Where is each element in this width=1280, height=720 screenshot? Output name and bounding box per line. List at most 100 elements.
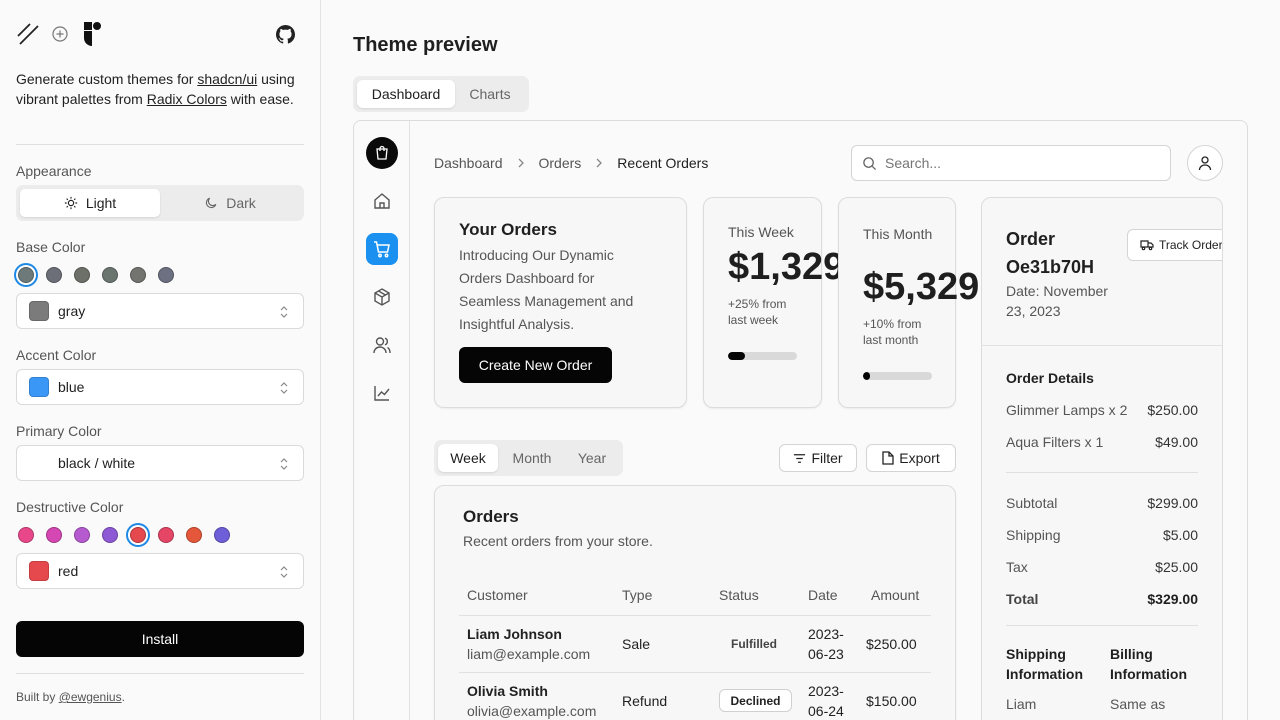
- file-icon: [882, 451, 894, 465]
- plus-circle-icon[interactable]: [52, 26, 68, 42]
- destructive-color-swatch-3[interactable]: [102, 527, 118, 543]
- col-date[interactable]: Date: [808, 587, 838, 603]
- home-icon[interactable]: [366, 185, 398, 217]
- track-order-button[interactable]: Track Order: [1127, 229, 1222, 261]
- base-color-select[interactable]: gray: [16, 293, 304, 329]
- billing-info-title-line: Information: [1110, 666, 1187, 682]
- this-month-card: This Month $5,329 +10% from last month: [838, 197, 979, 408]
- accent-color-label: Accent Color: [16, 347, 97, 363]
- line-item-label: Aqua Filters x 1: [1006, 434, 1104, 450]
- month-delta: +10% from last month: [863, 317, 922, 347]
- subtotal-value: $299.00: [1147, 495, 1198, 511]
- radix-logo-icon[interactable]: [82, 21, 102, 47]
- base-color-swatch-3[interactable]: [102, 267, 118, 283]
- destructive-color-swatch-5[interactable]: [158, 527, 174, 543]
- intro-text: Generate custom themes for shadcn/ui usi…: [16, 69, 308, 109]
- cart-icon[interactable]: [366, 233, 398, 265]
- tab-year[interactable]: Year: [566, 444, 618, 472]
- tab-month[interactable]: Month: [500, 444, 564, 472]
- divider: [16, 673, 304, 674]
- week-progress-fill: [728, 352, 746, 360]
- order-date-line: Date: November: [1006, 283, 1108, 299]
- month-label: This Month: [863, 226, 933, 242]
- destructive-color-select[interactable]: red: [16, 553, 304, 589]
- order-amount: $250.00: [866, 636, 917, 652]
- month-value: $5,329: [863, 266, 980, 308]
- base-color-swatch-1[interactable]: [46, 267, 62, 283]
- your-orders-title: Your Orders: [459, 220, 557, 239]
- install-button[interactable]: Install: [16, 621, 304, 657]
- search-icon: [862, 156, 877, 171]
- author-link[interactable]: @ewgenius: [59, 690, 122, 704]
- tab-charts[interactable]: Charts: [455, 80, 525, 108]
- line-item-value: $250.00: [1147, 402, 1198, 418]
- search-field[interactable]: [851, 145, 1171, 181]
- line-chart-icon[interactable]: [366, 377, 398, 409]
- breadcrumb: Dashboard Orders Recent Orders: [434, 155, 708, 171]
- chevron-up-down-icon: [279, 305, 289, 319]
- col-type[interactable]: Type: [622, 587, 652, 603]
- package-icon[interactable]: [366, 281, 398, 313]
- accent-color-select[interactable]: blue: [16, 369, 304, 405]
- export-button[interactable]: Export: [866, 444, 956, 472]
- store-logo-icon[interactable]: [366, 137, 398, 169]
- destructive-color-swatch-2[interactable]: [74, 527, 90, 543]
- month-progress-fill: [863, 372, 870, 380]
- order-date-line1: 2023-: [808, 626, 844, 642]
- billing-same-as: Same as: [1110, 696, 1166, 712]
- orders-subtitle: Recent orders from your store.: [463, 533, 653, 549]
- user-avatar-button[interactable]: [1187, 145, 1223, 181]
- chevron-up-down-icon: [279, 457, 289, 471]
- appearance-light-button[interactable]: Light: [20, 189, 160, 217]
- search-input[interactable]: [885, 155, 1145, 171]
- divider: [1006, 625, 1198, 626]
- shipping-info-title: Shipping Information: [1006, 644, 1083, 684]
- destructive-color-swatch-4[interactable]: [130, 527, 146, 543]
- table-row[interactable]: [459, 616, 931, 672]
- filter-icon: [793, 452, 806, 465]
- primary-color-select[interactable]: black / white: [16, 445, 304, 481]
- users-icon[interactable]: [366, 329, 398, 361]
- primary-color-label: Primary Color: [16, 423, 102, 439]
- destructive-color-swatch-1[interactable]: [46, 527, 62, 543]
- breadcrumb-dashboard[interactable]: Dashboard: [434, 155, 503, 171]
- destructive-color-value: red: [58, 563, 79, 579]
- breadcrumb-orders[interactable]: Orders: [539, 155, 582, 171]
- intro-text-part: Generate custom themes for: [16, 71, 198, 87]
- order-date-line2: 06-23: [808, 646, 844, 662]
- filter-button[interactable]: Filter: [779, 444, 857, 472]
- tab-dashboard[interactable]: Dashboard: [357, 80, 455, 108]
- status-badge: Declined: [719, 689, 792, 712]
- base-color-swatch-0[interactable]: [18, 267, 34, 283]
- create-order-button[interactable]: Create New Order: [459, 347, 612, 383]
- shipping-value: $5.00: [1162, 527, 1198, 543]
- base-color-swatch-2[interactable]: [74, 267, 90, 283]
- footer-text: Built by: [16, 690, 59, 704]
- appearance-label: Appearance: [16, 163, 92, 179]
- appearance-dark-button[interactable]: Dark: [160, 189, 300, 217]
- destructive-color-swatch-0[interactable]: [18, 527, 34, 543]
- col-amount[interactable]: Amount: [871, 587, 919, 603]
- shipping-label: Shipping: [1006, 527, 1061, 543]
- billing-info-title-line: Billing: [1110, 646, 1153, 662]
- your-orders-description: Introducing Our Dynamic Orders Dashboard…: [459, 247, 634, 332]
- appearance-light-label: Light: [85, 195, 117, 211]
- chevron-right-icon: [517, 158, 525, 168]
- tab-week[interactable]: Week: [438, 444, 498, 472]
- col-customer[interactable]: Customer: [467, 587, 528, 603]
- customer-email: olivia@example.com: [467, 703, 597, 719]
- slash-logo-icon[interactable]: [16, 22, 40, 46]
- order-type: Refund: [622, 693, 668, 709]
- shadcn-link[interactable]: shadcn/ui: [197, 71, 257, 87]
- range-tabs: Week Month Year: [434, 440, 623, 476]
- user-icon: [1197, 155, 1213, 171]
- col-status[interactable]: Status: [719, 587, 759, 603]
- destructive-color-swatch-6[interactable]: [186, 527, 202, 543]
- customer-name: Liam Johnson: [467, 626, 562, 642]
- github-icon[interactable]: [276, 25, 295, 44]
- base-color-swatch-4[interactable]: [130, 267, 146, 283]
- destructive-color-swatch-7[interactable]: [214, 527, 230, 543]
- radix-colors-link[interactable]: Radix Colors: [147, 91, 227, 107]
- base-color-swatch-5[interactable]: [158, 267, 174, 283]
- footer-credit: Built by @ewgenius.: [16, 690, 125, 704]
